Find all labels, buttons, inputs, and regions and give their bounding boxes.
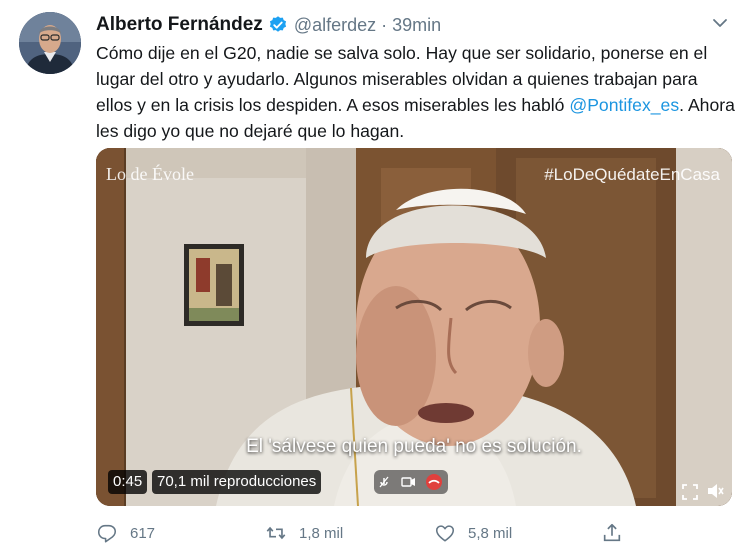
author-handle[interactable]: @alferdez [294, 15, 376, 36]
like-button[interactable]: 5,8 mil [434, 520, 512, 546]
tweet[interactable]: Alberto Fernández @alferdez · 39min Cómo… [0, 0, 750, 559]
avatar[interactable] [19, 12, 81, 74]
like-count: 5,8 mil [468, 524, 513, 542]
video-duration-badge: 0:45 [108, 470, 148, 494]
header-separator: · [381, 14, 388, 35]
retweet-button[interactable]: 1,8 mil [265, 520, 343, 546]
like-icon [435, 525, 455, 542]
verified-badge-icon [268, 15, 288, 35]
mention-link[interactable]: @Pontifex_es [569, 95, 679, 115]
reply-button[interactable]: 617 [96, 520, 155, 546]
video-call-controls-icon [374, 470, 448, 494]
share-button[interactable] [601, 520, 623, 546]
video-player[interactable]: Lo de Évole #LoDeQuédateEnCasa El 'sálve… [96, 148, 732, 506]
retweet-count: 1,8 mil [299, 524, 344, 542]
volume-icon[interactable] [706, 482, 724, 500]
video-watermark-right: #LoDeQuédateEnCasa [544, 165, 720, 184]
tweet-text: Cómo dije en el G20, nadie se salva solo… [96, 40, 736, 144]
tweet-actions: 617 1,8 mil 5,8 mil [96, 520, 736, 546]
tweet-header: Alberto Fernández @alferdez · 39min [96, 13, 441, 37]
video-subtitle: El 'sálvese quien pueda' no es solución. [246, 436, 582, 457]
caret-down-icon[interactable] [710, 13, 730, 33]
video-views-badge: 70,1 mil reproducciones [152, 470, 322, 494]
share-icon [603, 523, 621, 542]
retweet-icon [266, 526, 286, 540]
fullscreen-icon[interactable] [682, 484, 698, 500]
video-watermark-left: Lo de Évole [106, 164, 194, 184]
tweet-timestamp[interactable]: 39min [392, 15, 441, 36]
author-name[interactable]: Alberto Fernández [96, 14, 263, 36]
reply-icon [97, 524, 117, 543]
reply-count: 617 [130, 524, 156, 542]
